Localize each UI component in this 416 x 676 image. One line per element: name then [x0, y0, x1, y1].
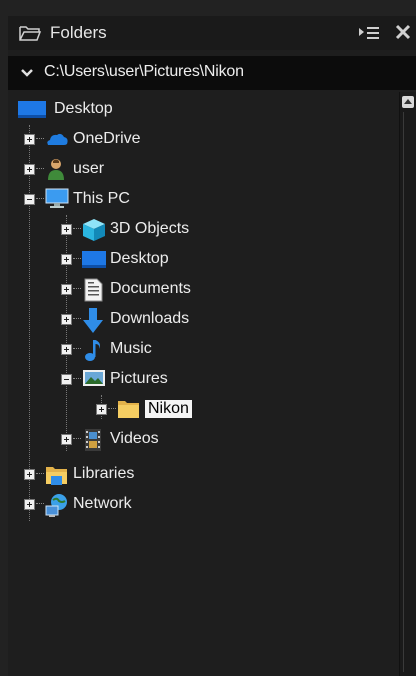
folder-icon: [117, 398, 139, 420]
folder-outline-icon: [18, 24, 42, 47]
film-strip-icon: [82, 428, 104, 451]
tree-label: Libraries: [73, 465, 135, 482]
tree-label: user: [73, 160, 105, 177]
path-bar[interactable]: C:\Users\user\Pictures\Nikon: [8, 56, 416, 90]
desktop-icon: [82, 248, 106, 270]
document-icon: [82, 278, 104, 302]
tree-label: Network: [73, 495, 132, 512]
cube-icon: [82, 218, 105, 241]
download-arrow-icon: [82, 308, 104, 333]
tree-label: Music: [110, 340, 152, 357]
music-note-icon: [82, 338, 104, 361]
cloud-icon: [45, 128, 68, 150]
tree-label: Documents: [110, 280, 191, 297]
network-globe-icon: [45, 493, 67, 517]
computer-icon: [45, 188, 69, 210]
tree-label: Videos: [110, 430, 159, 447]
expand-toggle[interactable]: [24, 498, 35, 510]
tree-label: Pictures: [110, 370, 168, 387]
close-button[interactable]: [391, 19, 415, 45]
picture-icon: [82, 368, 105, 390]
tree-label: Downloads: [110, 310, 190, 327]
tree-item-user[interactable]: user: [24, 156, 104, 182]
expand-toggle[interactable]: [61, 253, 72, 265]
tree-label: This PC: [73, 190, 130, 207]
panel-header: Folders: [8, 16, 416, 50]
scroll-up-button[interactable]: [402, 96, 414, 108]
tree-item-documents[interactable]: Documents: [61, 276, 191, 302]
expand-toggle[interactable]: [24, 468, 35, 480]
tree-label: Desktop: [110, 250, 169, 267]
tree-label: Desktop: [54, 100, 113, 117]
scroll-track: [403, 112, 404, 672]
tree-label: 3D Objects: [110, 220, 190, 237]
tree-item-music[interactable]: Music: [61, 336, 152, 362]
tree-item-downloads[interactable]: Downloads: [61, 306, 190, 333]
tree-item-3d-objects[interactable]: 3D Objects: [61, 216, 189, 242]
library-folder-icon: [45, 463, 67, 485]
tree-item-desktop[interactable]: Desktop: [61, 246, 169, 272]
expand-toggle[interactable]: [61, 433, 72, 445]
collapse-toggle[interactable]: [61, 373, 72, 385]
vertical-scrollbar[interactable]: [399, 92, 416, 676]
desktop-icon: [18, 98, 46, 120]
tree-item-desktop-root[interactable]: Desktop: [18, 96, 113, 122]
expand-toggle[interactable]: [61, 283, 72, 295]
tree-item-network[interactable]: Network: [24, 491, 132, 517]
user-icon: [45, 158, 67, 180]
chevron-down-icon[interactable]: [20, 66, 34, 84]
tree-item-videos[interactable]: Videos: [61, 426, 159, 452]
tree-item-pictures[interactable]: Pictures: [61, 366, 168, 392]
list-sort-icon[interactable]: [356, 23, 382, 43]
expand-toggle[interactable]: [61, 223, 72, 235]
expand-toggle[interactable]: [61, 343, 72, 355]
collapse-toggle[interactable]: [24, 193, 35, 205]
folder-tree: Desktop OneDrive user This PC 3D Objects…: [8, 92, 400, 676]
current-path: C:\Users\user\Pictures\Nikon: [44, 63, 244, 80]
panel-title: Folders: [50, 23, 107, 42]
tree-item-onedrive[interactable]: OneDrive: [24, 126, 141, 152]
folders-panel: Folders C:\Users\user\Pictures\Nikon Des…: [8, 16, 416, 676]
tree-item-libraries[interactable]: Libraries: [24, 461, 134, 487]
tree-item-nikon[interactable]: Nikon: [96, 396, 192, 422]
tree-label: OneDrive: [73, 130, 141, 147]
expand-toggle[interactable]: [61, 313, 72, 325]
expand-toggle[interactable]: [24, 163, 35, 175]
tree-label-selected: Nikon: [145, 400, 192, 418]
tree-item-this-pc[interactable]: This PC: [24, 186, 130, 212]
expand-toggle[interactable]: [96, 403, 107, 415]
expand-toggle[interactable]: [24, 133, 35, 145]
